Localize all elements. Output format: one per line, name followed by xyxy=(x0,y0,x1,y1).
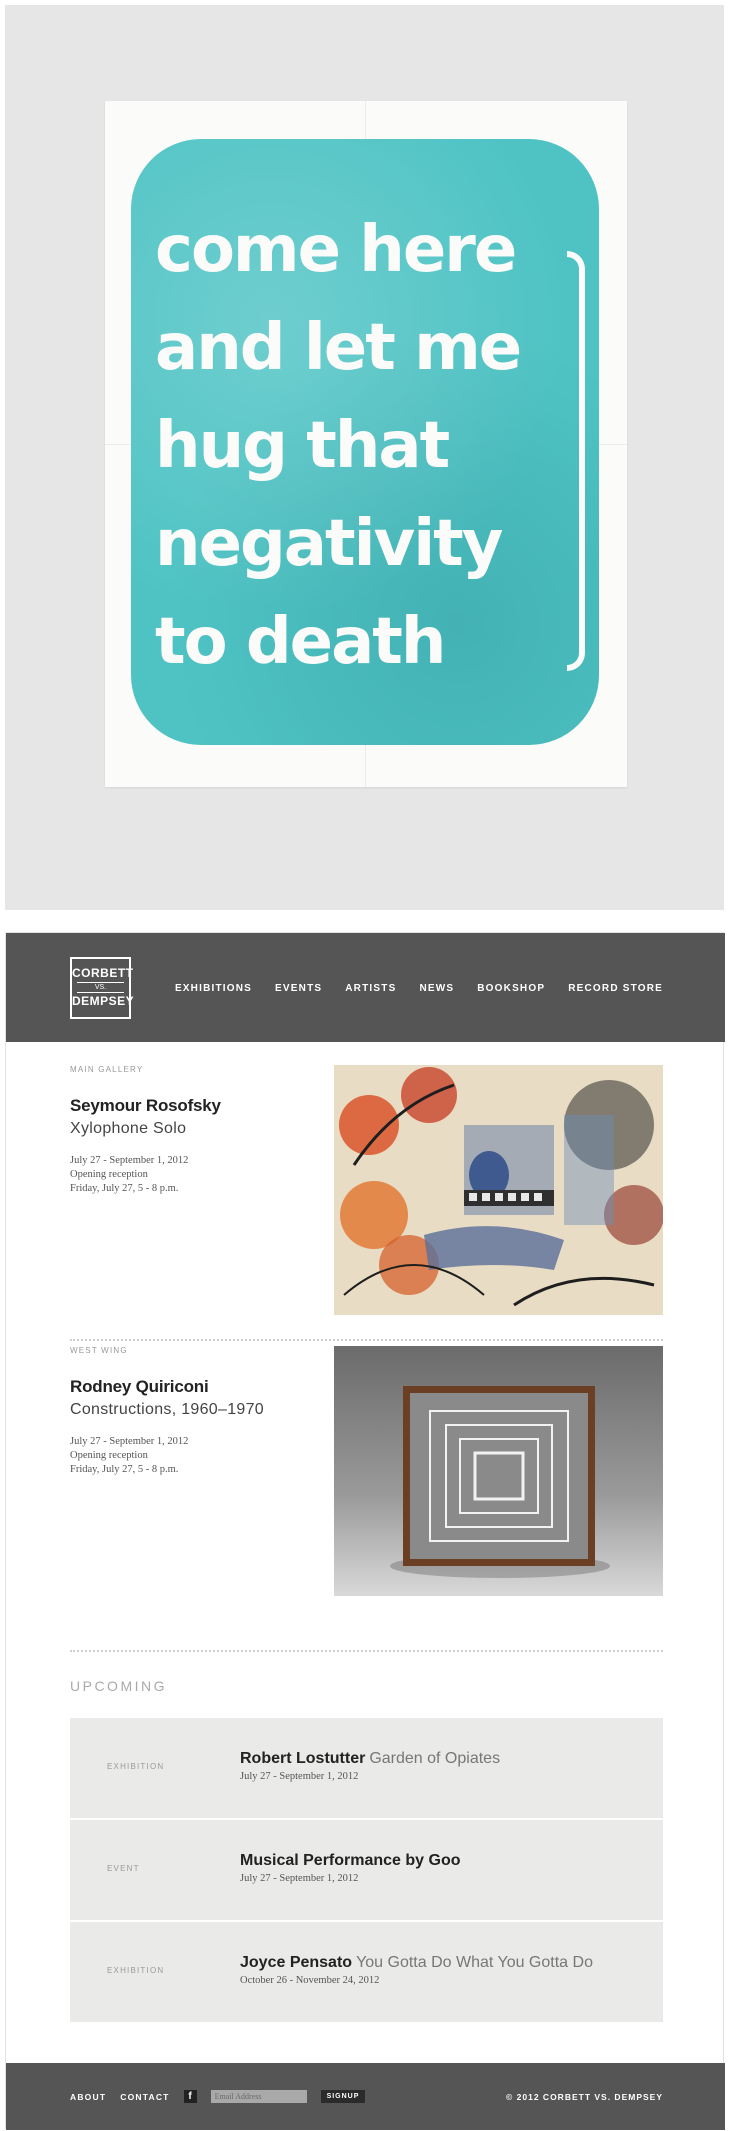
nav-record-store[interactable]: RECORD STORE xyxy=(568,983,663,994)
upcoming-list: EXHIBITION Robert Lostutter Garden of Opi… xyxy=(70,1718,663,2024)
email-input[interactable] xyxy=(210,2090,307,2103)
nav-news[interactable]: NEWS xyxy=(419,983,454,994)
facebook-icon[interactable]: f xyxy=(183,2090,197,2103)
exhibition-artwork-image[interactable] xyxy=(334,1065,663,1315)
poster-line: to death xyxy=(155,605,446,679)
upcoming-item[interactable]: EVENT Musical Performance by Goo July 27… xyxy=(70,1820,663,1920)
upcoming-item-subtitle: You Gotta Do What You Gotta Do xyxy=(356,1954,593,1971)
poster-text: come here and let me hug that negativity… xyxy=(155,201,585,691)
poster-line: come here xyxy=(155,213,517,287)
signup-button[interactable]: SIGNUP xyxy=(320,2090,366,2103)
footer-about-link[interactable]: ABOUT xyxy=(70,2092,106,2102)
upcoming-item[interactable]: EXHIBITION Joyce Pensato You Gotta Do Wha… xyxy=(70,1922,663,2022)
nav-bookshop[interactable]: BOOKSHOP xyxy=(477,983,545,994)
hero-image-panel: come here and let me hug that negativity… xyxy=(5,5,724,910)
copyright: © 2012 CORBETT VS. DEMPSEY xyxy=(506,2092,663,2102)
upcoming-item-name: Robert Lostutter xyxy=(240,1750,366,1767)
site-logo[interactable]: CORBETT VS. DEMPSEY xyxy=(70,957,135,1019)
exhibition-main-gallery: MAIN GALLERY Seymour Rosofsky Xylophone … xyxy=(70,1065,663,1315)
upcoming-item-type: EXHIBITION xyxy=(107,1966,165,1975)
upcoming-item-name: Joyce Pensato xyxy=(240,1954,353,1971)
section-divider xyxy=(70,1339,663,1341)
footer-contact-link[interactable]: CONTACT xyxy=(120,2092,169,2102)
upcoming-item[interactable]: EXHIBITION Robert Lostutter Garden of Opi… xyxy=(70,1718,663,1818)
upcoming-item-dates: July 27 - September 1, 2012 xyxy=(240,1771,359,1782)
site-footer: ABOUT CONTACT f SIGNUP © 2012 CORBETT VS… xyxy=(6,2063,725,2130)
logo-line-3: DEMPSEY xyxy=(72,994,135,1008)
poster-line: and let me xyxy=(155,311,522,385)
upcoming-item-type: EVENT xyxy=(107,1864,140,1873)
nav-events[interactable]: EVENTS xyxy=(275,983,322,994)
upcoming-item-name: Musical Performance by Goo xyxy=(240,1852,461,1869)
poster-line: negativity xyxy=(155,507,503,581)
logo-line-1: CORBETT xyxy=(72,966,134,980)
upcoming-item-dates: July 27 - September 1, 2012 xyxy=(240,1873,359,1884)
exhibition-artwork-image[interactable] xyxy=(334,1346,663,1596)
poster-line: hug that xyxy=(155,409,450,483)
upcoming-item-type: EXHIBITION xyxy=(107,1762,165,1771)
website-screenshot: CORBETT VS. DEMPSEY EXHIBITIONS EVENTS A… xyxy=(5,932,725,2130)
upcoming-heading: UPCOMING xyxy=(70,1678,167,1694)
site-header: CORBETT VS. DEMPSEY EXHIBITIONS EVENTS A… xyxy=(6,933,725,1042)
logo-line-2: VS. xyxy=(77,982,124,993)
upcoming-item-dates: October 26 - November 24, 2012 xyxy=(240,1975,380,1986)
poster-image: come here and let me hug that negativity… xyxy=(105,101,627,787)
nav-exhibitions[interactable]: EXHIBITIONS xyxy=(175,983,252,994)
exhibition-west-wing: WEST WING Rodney Quiriconi Constructions… xyxy=(70,1346,663,1596)
main-nav: EXHIBITIONS EVENTS ARTISTS NEWS BOOKSHOP… xyxy=(175,983,663,994)
nav-artists[interactable]: ARTISTS xyxy=(345,983,396,994)
upcoming-item-subtitle: Garden of Opiates xyxy=(369,1750,501,1767)
section-divider xyxy=(70,1650,663,1652)
